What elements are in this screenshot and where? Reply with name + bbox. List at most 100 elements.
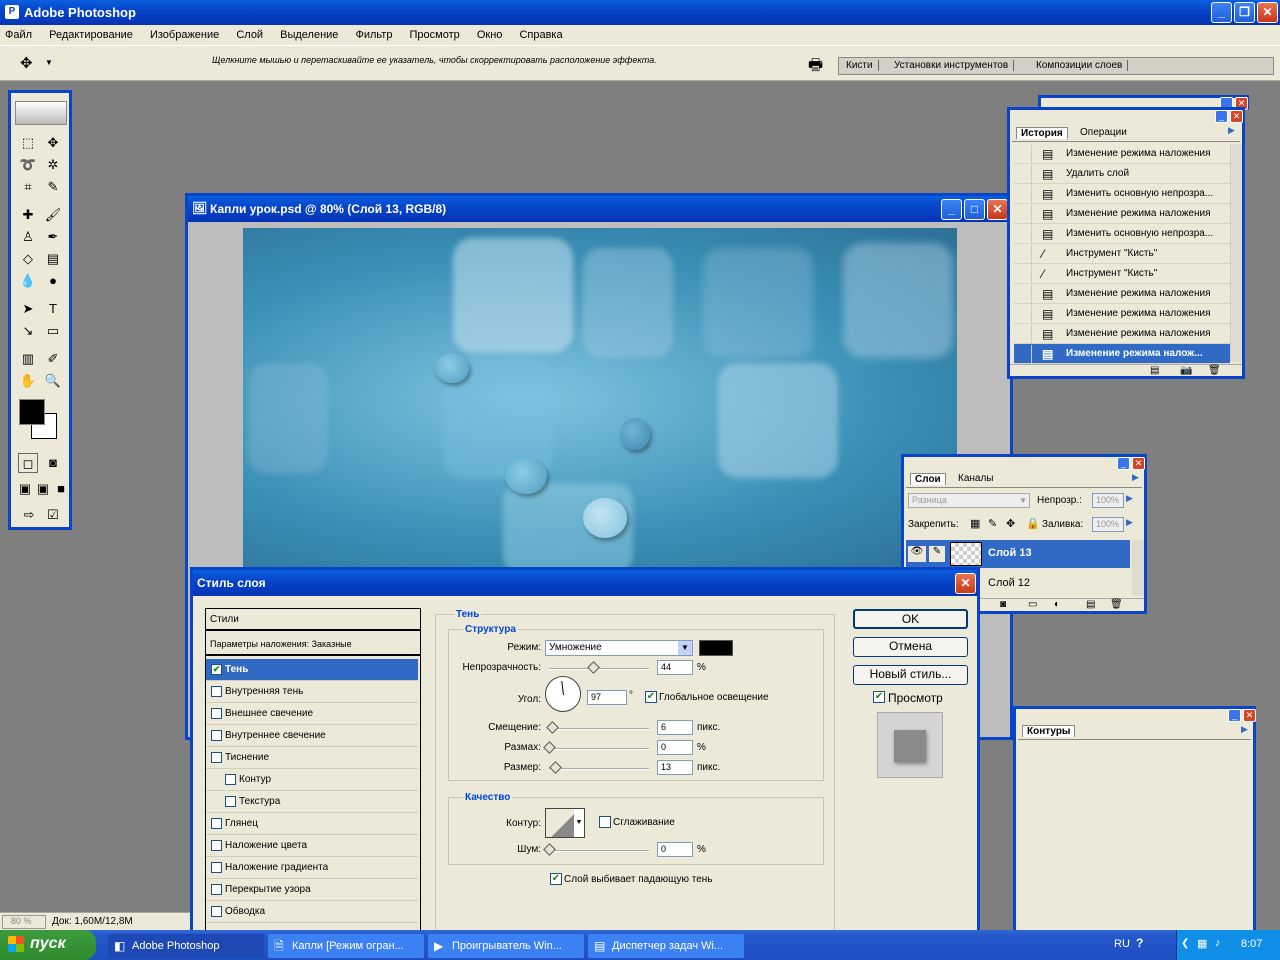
visibility-eye-icon[interactable]: 👁 <box>908 546 926 562</box>
history-snapshot-box[interactable] <box>1014 244 1032 263</box>
menu-file[interactable]: Файл <box>5 29 32 41</box>
magic-wand-icon[interactable]: ✲ <box>43 155 63 175</box>
trash-icon[interactable]: 🗑 <box>1208 365 1221 376</box>
type-tool-icon[interactable]: T <box>43 299 63 319</box>
history-item[interactable]: ▤ Изменение режима наложения <box>1014 204 1230 224</box>
angle-dial[interactable] <box>545 676 581 712</box>
tab-layers[interactable]: Слои <box>910 473 946 485</box>
history-item[interactable]: ⁄ Инструмент "Кисть" <box>1014 244 1230 264</box>
menu-layer[interactable]: Слой <box>236 29 263 41</box>
dialog-close-button[interactable]: ✕ <box>955 573 976 594</box>
help-icon[interactable]: ? <box>1136 936 1143 950</box>
style-item-checkbox[interactable] <box>211 708 222 719</box>
size-slider-thumb[interactable] <box>549 761 562 774</box>
doc-close-button[interactable]: ✕ <box>987 199 1008 220</box>
knockout-checkbox[interactable]: ✔ <box>550 873 562 885</box>
style-item-checkbox[interactable] <box>211 862 222 873</box>
lock-transparent-icon[interactable]: ▦ <box>970 517 980 530</box>
ok-button[interactable]: OK <box>853 609 968 629</box>
brush-link-icon[interactable]: ✎ <box>929 546 945 562</box>
slice-tool-icon[interactable]: ✎ <box>43 177 63 197</box>
global-light-checkbox[interactable]: ✔ <box>645 691 657 703</box>
doc-maximize-button[interactable]: □ <box>964 199 985 220</box>
layer-opacity-field[interactable]: 100% <box>1092 493 1124 508</box>
taskbar-item-media-player[interactable]: ▶ Проигрыватель Win... <box>428 934 584 958</box>
trash-icon[interactable]: 🗑 <box>1110 599 1123 610</box>
distance-slider[interactable] <box>546 721 649 734</box>
tab-layer-comps[interactable]: Композиции слоев <box>1031 60 1129 71</box>
layer-fill-field[interactable]: 100% <box>1092 517 1124 532</box>
style-item[interactable]: Наложение цвета <box>206 835 418 857</box>
minimize-button[interactable]: _ <box>1211 2 1232 23</box>
language-indicator[interactable]: RU <box>1114 938 1130 950</box>
taskbar-item-photoshop[interactable]: ◧ Adobe Photoshop <box>108 934 264 958</box>
new-layer-icon[interactable]: ▤ <box>1086 599 1095 610</box>
style-item-checkbox[interactable] <box>225 774 236 785</box>
style-item-checkbox[interactable]: ✔ <box>211 664 222 675</box>
foreground-color-swatch[interactable] <box>19 399 45 425</box>
size-slider[interactable] <box>549 761 649 774</box>
history-item[interactable]: ▤ Изменение режима наложения <box>1014 144 1230 164</box>
history-item[interactable]: ⁄ Инструмент "Кисть" <box>1014 264 1230 284</box>
panel-menu-icon[interactable]: ▶ <box>1228 125 1235 136</box>
style-item[interactable]: Обводка <box>206 901 418 923</box>
pen-tool-icon[interactable]: ↘ <box>18 321 38 341</box>
history-item[interactable]: ▤ Изменение режима наложения <box>1014 324 1230 344</box>
quickmask-mode-icon[interactable]: ◙ <box>43 453 63 473</box>
tab-channels[interactable]: Каналы <box>954 473 998 484</box>
gradient-tool-icon[interactable]: ▤ <box>43 249 63 269</box>
blend-mode-select[interactable]: Разница ▼ <box>908 493 1030 508</box>
styles-header[interactable]: Стили <box>206 609 420 631</box>
cancel-button[interactable]: Отмена <box>853 637 968 657</box>
checkmark-icon[interactable]: ☑ <box>43 505 63 525</box>
style-item-checkbox[interactable] <box>211 906 222 917</box>
style-item-checkbox[interactable] <box>211 686 222 697</box>
history-snapshot-box[interactable] <box>1014 224 1032 243</box>
volume-icon[interactable]: ♪ <box>1215 937 1221 949</box>
snapshot-icon[interactable]: 📷 <box>1180 365 1192 376</box>
history-minimize-button[interactable]: _ <box>1215 110 1228 123</box>
chevron-down-icon[interactable]: ▼ <box>574 809 584 837</box>
move-tool-icon[interactable]: ✥ <box>43 133 63 153</box>
marquee-tool-icon[interactable]: ⬚ <box>18 133 38 153</box>
history-brush-icon[interactable]: ✒ <box>43 227 63 247</box>
layers-close-button[interactable]: ✕ <box>1132 457 1145 470</box>
screen-mode-icon[interactable]: ▣ <box>15 479 35 499</box>
tab-history[interactable]: История <box>1016 127 1068 139</box>
noise-slider-thumb[interactable] <box>543 843 556 856</box>
history-snapshot-box[interactable] <box>1014 344 1032 363</box>
chevron-down-icon[interactable]: ▼ <box>45 58 53 67</box>
style-item-checkbox[interactable] <box>211 818 222 829</box>
history-snapshot-box[interactable] <box>1014 204 1032 223</box>
style-item[interactable]: Внутреннее свечение <box>206 725 418 747</box>
history-snapshot-box[interactable] <box>1014 324 1032 343</box>
menu-edit[interactable]: Редактирование <box>49 29 133 41</box>
history-snapshot-box[interactable] <box>1014 184 1032 203</box>
lock-all-icon[interactable]: 🔒 <box>1026 517 1040 530</box>
history-snapshot-box[interactable] <box>1014 264 1032 283</box>
taskbar-item-capli[interactable]: 🗎 Капли [Режим огран... <box>268 934 424 958</box>
full-screen-icon[interactable]: ■ <box>51 479 71 499</box>
layers-minimize-button[interactable]: _ <box>1117 457 1130 470</box>
style-item[interactable]: Текстура <box>206 791 418 813</box>
spread-slider-thumb[interactable] <box>543 741 556 754</box>
adjustment-layer-icon[interactable]: ◐ <box>1054 599 1060 610</box>
contour-preview[interactable]: ▼ <box>545 808 585 838</box>
history-item[interactable]: ▤ Изменение режима наложения <box>1014 304 1230 324</box>
eyedropper-icon[interactable]: ✐ <box>43 349 63 369</box>
new-style-button[interactable]: Новый стиль... <box>853 665 968 685</box>
new-document-icon[interactable]: ▤ <box>1150 365 1159 376</box>
lock-position-icon[interactable]: ✥ <box>1006 517 1015 530</box>
history-item[interactable]: ▤ Удалить слой <box>1014 164 1230 184</box>
history-snapshot-box[interactable] <box>1014 164 1032 183</box>
opacity-slider-thumb[interactable] <box>587 661 600 674</box>
noise-field[interactable]: 0 <box>657 842 693 857</box>
style-item-checkbox[interactable] <box>211 840 222 851</box>
zoom-tool-icon[interactable]: 🔍 <box>43 371 63 391</box>
fill-arrow-icon[interactable]: ▶ <box>1126 517 1133 528</box>
maximize-button[interactable]: ❐ <box>1234 2 1255 23</box>
start-button[interactable]: пуск <box>0 930 96 960</box>
lasso-tool-icon[interactable]: ➰ <box>18 155 38 175</box>
style-item[interactable]: Тиснение <box>206 747 418 769</box>
style-item[interactable]: Контур <box>206 769 418 791</box>
